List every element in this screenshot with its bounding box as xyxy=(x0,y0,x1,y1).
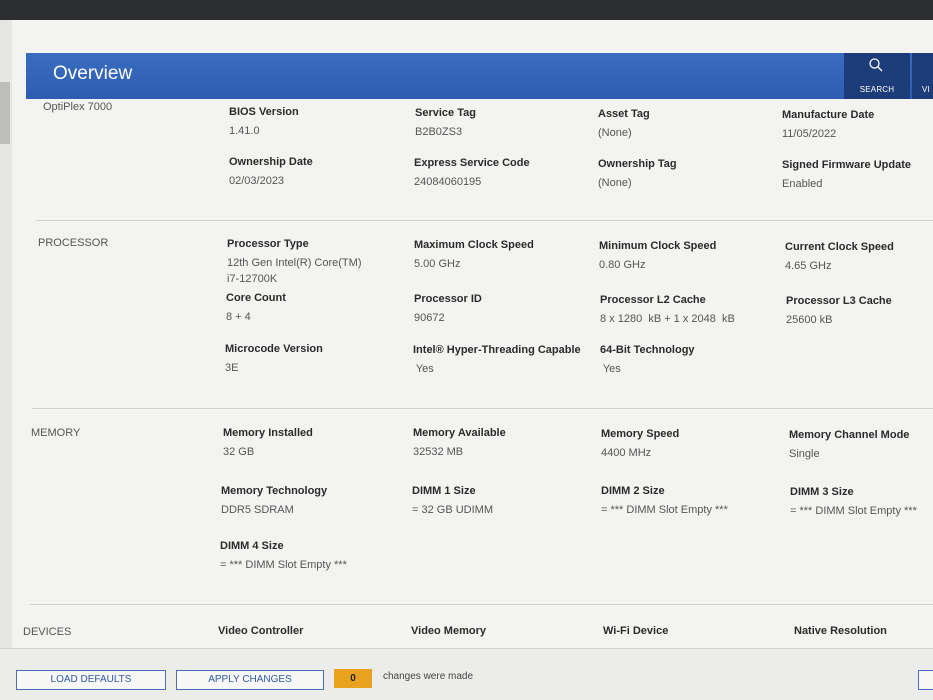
field-core-count: Core Count 8 + 4 xyxy=(226,292,286,323)
model-name: OptiPlex 7000 xyxy=(43,101,113,113)
field-signed-firmware-update: Signed Firmware Update Enabled xyxy=(782,159,911,190)
field-wifi-device: Wi-Fi Device xyxy=(603,625,669,637)
field-asset-tag: Asset Tag (None) xyxy=(598,108,650,139)
field-bios-version: BIOS Version 1.41.0 xyxy=(229,106,299,137)
bios-screen: Overview SEARCH VI OptiPlex 7000 BIOS Ve… xyxy=(0,20,933,700)
field-memory-channel-mode: Memory Channel Mode Single xyxy=(789,429,910,460)
overview-content: OptiPlex 7000 BIOS Version 1.41.0 Service… xyxy=(0,20,933,700)
divider xyxy=(36,220,933,221)
field-max-clock-speed: Maximum Clock Speed 5.00 GHz xyxy=(414,239,534,270)
field-memory-speed: Memory Speed 4400 MHz xyxy=(601,428,680,459)
field-microcode-version: Microcode Version 3E xyxy=(225,343,323,374)
apply-changes-button[interactable]: APPLY CHANGES xyxy=(176,670,324,690)
divider xyxy=(30,604,933,605)
section-processor: PROCESSOR xyxy=(38,237,109,249)
field-min-clock-speed: Minimum Clock Speed 0.80 GHz xyxy=(599,240,717,271)
footer-button-edge[interactable] xyxy=(918,670,933,690)
field-processor-type: Processor Type 12th Gen Intel(R) Core(TM)… xyxy=(227,238,362,285)
section-devices: DEVICES xyxy=(23,626,72,638)
field-service-tag: Service Tag B2B0ZS3 xyxy=(415,107,476,138)
field-video-controller: Video Controller xyxy=(218,625,304,637)
field-memory-available: Memory Available 32532 MB xyxy=(413,427,506,458)
field-dimm2-size: DIMM 2 Size = *** DIMM Slot Empty *** xyxy=(601,485,728,516)
field-video-memory: Video Memory xyxy=(411,625,486,637)
footer-bar: LOAD DEFAULTS APPLY CHANGES 0 changes we… xyxy=(0,648,933,700)
field-l3-cache: Processor L3 Cache 25600 kB xyxy=(786,295,892,326)
field-memory-technology: Memory Technology DDR5 SDRAM xyxy=(221,485,328,516)
field-memory-installed: Memory Installed 32 GB xyxy=(223,427,313,458)
field-dimm1-size: DIMM 1 Size = 32 GB UDIMM xyxy=(412,485,493,516)
field-processor-id: Processor ID 90672 xyxy=(414,293,482,324)
changes-count-badge: 0 xyxy=(334,669,372,688)
field-current-clock-speed: Current Clock Speed 4.65 GHz xyxy=(785,241,894,272)
field-l2-cache: Processor L2 Cache 8 x 1280 kB + 1 x 2048… xyxy=(600,294,735,325)
divider xyxy=(32,408,933,409)
field-dimm4-size: DIMM 4 Size = *** DIMM Slot Empty *** xyxy=(220,540,347,571)
field-native-resolution: Native Resolution xyxy=(794,625,887,637)
field-hyper-threading: Intel® Hyper-Threading Capable Yes xyxy=(413,344,581,375)
changes-status-text: changes were made xyxy=(383,671,474,682)
field-express-service-code: Express Service Code 24084060195 xyxy=(414,157,530,188)
field-64bit-technology: 64-Bit Technology Yes xyxy=(600,344,695,375)
field-dimm3-size: DIMM 3 Size = *** DIMM Slot Empty *** xyxy=(790,486,917,517)
field-manufacture-date: Manufacture Date 11/05/2022 xyxy=(782,109,875,140)
section-memory: MEMORY xyxy=(31,427,81,439)
load-defaults-button[interactable]: LOAD DEFAULTS xyxy=(16,670,166,690)
field-ownership-tag: Ownership Tag (None) xyxy=(598,158,677,189)
field-ownership-date: Ownership Date 02/03/2023 xyxy=(229,156,313,187)
